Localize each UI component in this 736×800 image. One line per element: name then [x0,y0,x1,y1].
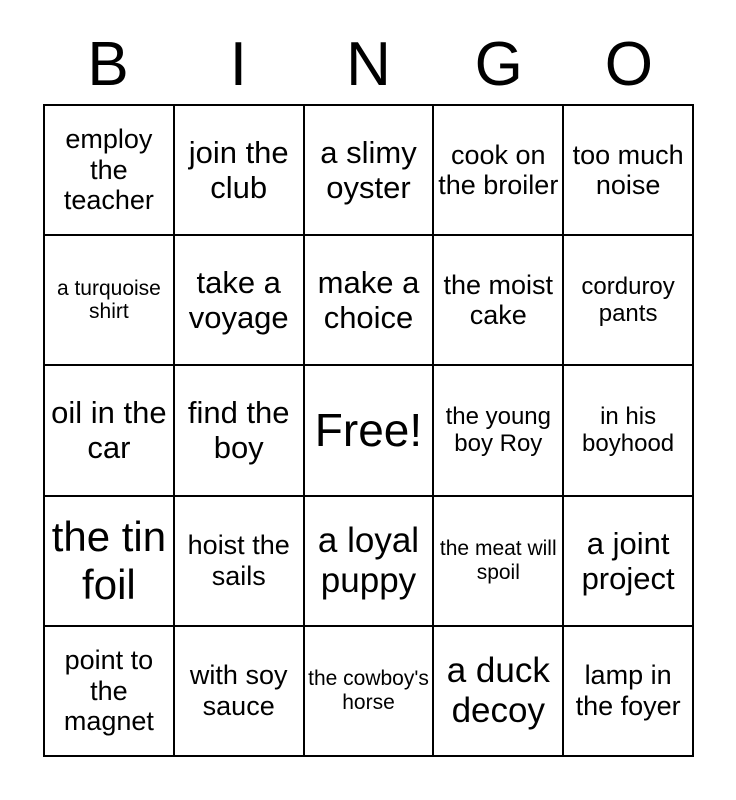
bingo-cell-label: a joint project [581,525,675,596]
bingo-cell-i4[interactable]: hoist the sails [174,496,305,627]
bingo-cell-label: the young boy Roy [445,403,551,458]
bingo-cell-label: too much noise [572,139,684,201]
bingo-cell-label: the moist cake [443,269,554,331]
bingo-cell-n1[interactable]: a slimy oyster [304,106,435,237]
bingo-cell-o4[interactable]: a joint project [564,496,694,627]
bingo-cell-n2[interactable]: make a choice [304,236,435,367]
bingo-cell-i2[interactable]: take a voyage [174,236,305,367]
bingo-cell-label: the tin foil [51,513,167,608]
header-letter-i: I [229,30,247,99]
bingo-cell-label: make a choice [317,265,420,336]
bingo-cell-b5[interactable]: point to the magnet [45,626,175,757]
bingo-cell-label: the meat will spoil [439,536,557,584]
bingo-cell-b3[interactable]: oil in the car [45,366,175,497]
bingo-cell-g1[interactable]: cook on the broiler [434,106,565,237]
bingo-cell-label: take a voyage [188,265,289,336]
bingo-cell-b4[interactable]: the tin foil [45,496,175,627]
bingo-card: B I N G O employ the teacher join the cl… [0,0,736,800]
bingo-cell-i1[interactable]: join the club [174,106,305,237]
bingo-cell-label: corduroy pants [581,273,675,328]
bingo-cell-label: a slimy oyster [320,135,417,206]
bingo-cell-label: lamp in the foyer [575,660,681,721]
bingo-cell-label: employ the teacher [63,124,154,216]
bingo-cell-free-space[interactable]: Free! [304,366,435,497]
bingo-cell-label: a turquoise shirt [56,276,161,324]
bingo-cell-o3[interactable]: in his boyhood [564,366,694,497]
free-space-label: Free! [314,403,423,456]
bingo-cell-label: with soy sauce [189,660,288,721]
bingo-cell-label: find the boy [187,395,290,466]
bingo-cell-n4[interactable]: a loyal puppy [304,496,435,627]
bingo-cell-label: point to the magnet [63,645,154,737]
bingo-cell-o5[interactable]: lamp in the foyer [564,626,694,757]
bingo-cell-n5[interactable]: the cowboy's horse [304,626,435,757]
bingo-grid: employ the teacher join the club a slimy… [43,104,694,757]
bingo-header: B I N G O [43,26,694,104]
bingo-cell-i3[interactable]: find the boy [174,366,305,497]
bingo-cell-label: a duck decoy [446,651,550,730]
bingo-cell-label: in his boyhood [582,403,675,458]
bingo-cell-b2[interactable]: a turquoise shirt [45,236,175,367]
header-letter-o: O [604,30,654,99]
bingo-cell-g4[interactable]: the meat will spoil [434,496,565,627]
header-letter-b: B [87,30,129,99]
bingo-cell-label: join the club [188,135,289,206]
bingo-cell-label: cook on the broiler [438,139,559,201]
bingo-cell-g2[interactable]: the moist cake [434,236,565,367]
header-letter-n: N [346,30,391,99]
bingo-cell-label: the cowboy's horse [308,667,429,714]
bingo-cell-i5[interactable]: with soy sauce [174,626,305,757]
bingo-cell-label: hoist the sails [187,530,290,591]
bingo-cell-b1[interactable]: employ the teacher [45,106,175,237]
bingo-cell-label: a loyal puppy [317,521,420,600]
header-letter-g: G [474,30,523,99]
bingo-cell-g3[interactable]: the young boy Roy [434,366,565,497]
bingo-cell-g5[interactable]: a duck decoy [434,626,565,757]
bingo-cell-o2[interactable]: corduroy pants [564,236,694,367]
bingo-cell-label: oil in the car [51,395,167,466]
bingo-cell-o1[interactable]: too much noise [564,106,694,237]
